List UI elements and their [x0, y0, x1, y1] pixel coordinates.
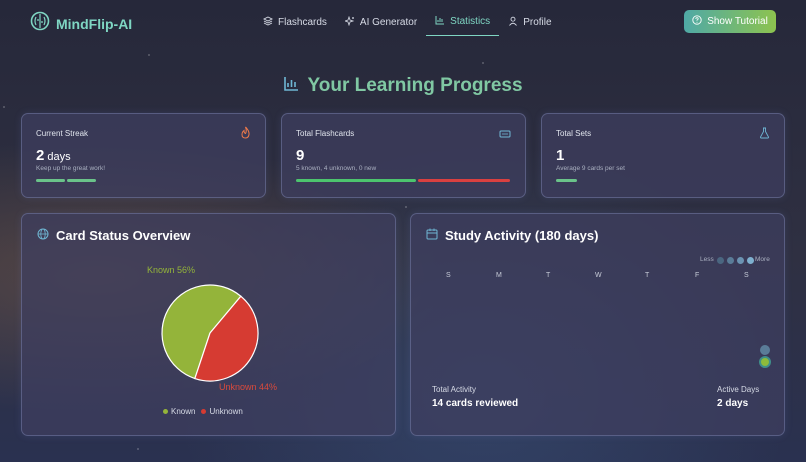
stat-label: Current Streak	[36, 129, 89, 138]
bar-chart-icon	[283, 75, 300, 97]
card-status-panel: Card Status Overview Known 56% Unknown 4…	[21, 213, 396, 436]
nav-statistics[interactable]: Statistics	[426, 13, 500, 36]
legend-known: Known	[163, 407, 195, 416]
sets-progress-bar	[556, 179, 577, 182]
card-status-pie	[161, 284, 259, 382]
total-activity-label: Total Activity	[432, 385, 477, 394]
page-heading: Your Learning Progress	[0, 75, 806, 97]
active-days-value: 2 days	[717, 398, 749, 409]
brand-name: MindFlip-AI	[56, 15, 133, 32]
streak-value: 2 days	[36, 147, 71, 164]
brand[interactable]: MindFlip-AI	[30, 11, 132, 36]
streak-number: 2	[36, 147, 45, 164]
legend-unknown: Unknown	[201, 407, 243, 416]
legend-more: More	[755, 256, 770, 263]
total-flashcards-card: Total Flashcards 9 5 known, 4 unknown, 0…	[281, 113, 526, 198]
streak-day-bar	[67, 179, 96, 182]
background-star	[3, 106, 5, 108]
background-star	[137, 448, 139, 450]
weekday-label: S	[744, 272, 749, 279]
top-navigation: MindFlip-AI Flashcards AI Generator Stat…	[0, 0, 806, 44]
show-tutorial-button[interactable]: Show Tutorial	[684, 10, 776, 33]
pie-label-unknown: Unknown 44%	[219, 382, 278, 392]
legend-level-2	[727, 257, 734, 264]
weekday-label: T	[645, 272, 650, 279]
legend-level-1	[717, 257, 724, 264]
cards-icon	[499, 126, 511, 144]
weekday-label: W	[595, 272, 602, 279]
flask-icon	[759, 126, 770, 144]
page-title: Your Learning Progress	[307, 75, 523, 96]
activity-cell-today[interactable]	[759, 356, 771, 368]
flashcards-subtext: 5 known, 4 unknown, 0 new	[296, 165, 377, 172]
weekday-label: S	[446, 272, 451, 279]
known-progress-bar	[296, 179, 416, 182]
legend-level-3	[737, 257, 744, 264]
nav-profile[interactable]: Profile	[499, 13, 560, 36]
sparkles-icon	[343, 15, 355, 29]
legend-known-label: Known	[171, 407, 196, 416]
panel-title: Study Activity (180 days)	[426, 228, 598, 243]
layers-icon	[262, 15, 274, 29]
active-days-label: Active Days	[717, 385, 760, 394]
legend-known-swatch	[163, 409, 168, 414]
card-status-title: Card Status Overview	[56, 228, 191, 243]
weekday-label: T	[546, 272, 551, 279]
legend-unknown-swatch	[201, 409, 207, 414]
weekday-label: M	[496, 272, 502, 279]
user-icon	[508, 16, 518, 29]
show-tutorial-label: Show Tutorial	[707, 16, 768, 27]
legend-less: Less	[700, 256, 714, 263]
legend-unknown-label: Unknown	[209, 407, 243, 416]
pie-label-known: Known 56%	[147, 265, 196, 275]
streak-subtext: Keep up the great work!	[36, 165, 106, 172]
background-star	[482, 62, 484, 64]
unknown-progress-bar	[418, 179, 510, 182]
nav-ai-generator-label: AI Generator	[359, 16, 418, 28]
streak-day-bar	[36, 179, 65, 182]
sets-subtext: Average 9 cards per set	[556, 165, 625, 172]
pie-legend: Known Unknown	[163, 407, 243, 416]
stat-label: Total Sets	[556, 129, 592, 138]
activity-cell[interactable]	[760, 345, 770, 355]
legend-level-4	[747, 257, 754, 264]
background-star	[405, 206, 407, 208]
total-sets-card: Total Sets 1 Average 9 cards per set	[541, 113, 785, 198]
nav-statistics-label: Statistics	[450, 16, 491, 27]
nav-profile-label: Profile	[523, 16, 552, 28]
current-streak-card: Current Streak 2 days Keep up the great w…	[21, 113, 266, 198]
background-star	[148, 54, 150, 56]
calendar-icon	[426, 228, 438, 243]
help-circle-icon	[692, 15, 702, 28]
stat-label: Total Flashcards	[296, 129, 355, 138]
study-activity-title: Study Activity (180 days)	[445, 228, 599, 243]
bar-chart-icon	[435, 15, 445, 28]
flame-icon	[240, 126, 251, 144]
sets-value: 1	[556, 147, 565, 164]
nav-flashcards[interactable]: Flashcards	[254, 13, 336, 36]
flashcards-value: 9	[296, 147, 305, 164]
weekday-label: F	[695, 272, 700, 279]
streak-unit: days	[47, 151, 71, 163]
total-activity-value: 14 cards reviewed	[432, 398, 519, 409]
brain-icon	[30, 11, 50, 36]
globe-icon	[37, 228, 49, 243]
nav-flashcards-label: Flashcards	[278, 16, 327, 28]
study-activity-panel: Study Activity (180 days) Less More S M …	[410, 213, 785, 436]
nav-ai-generator[interactable]: AI Generator	[336, 13, 426, 36]
panel-title: Card Status Overview	[37, 228, 190, 243]
